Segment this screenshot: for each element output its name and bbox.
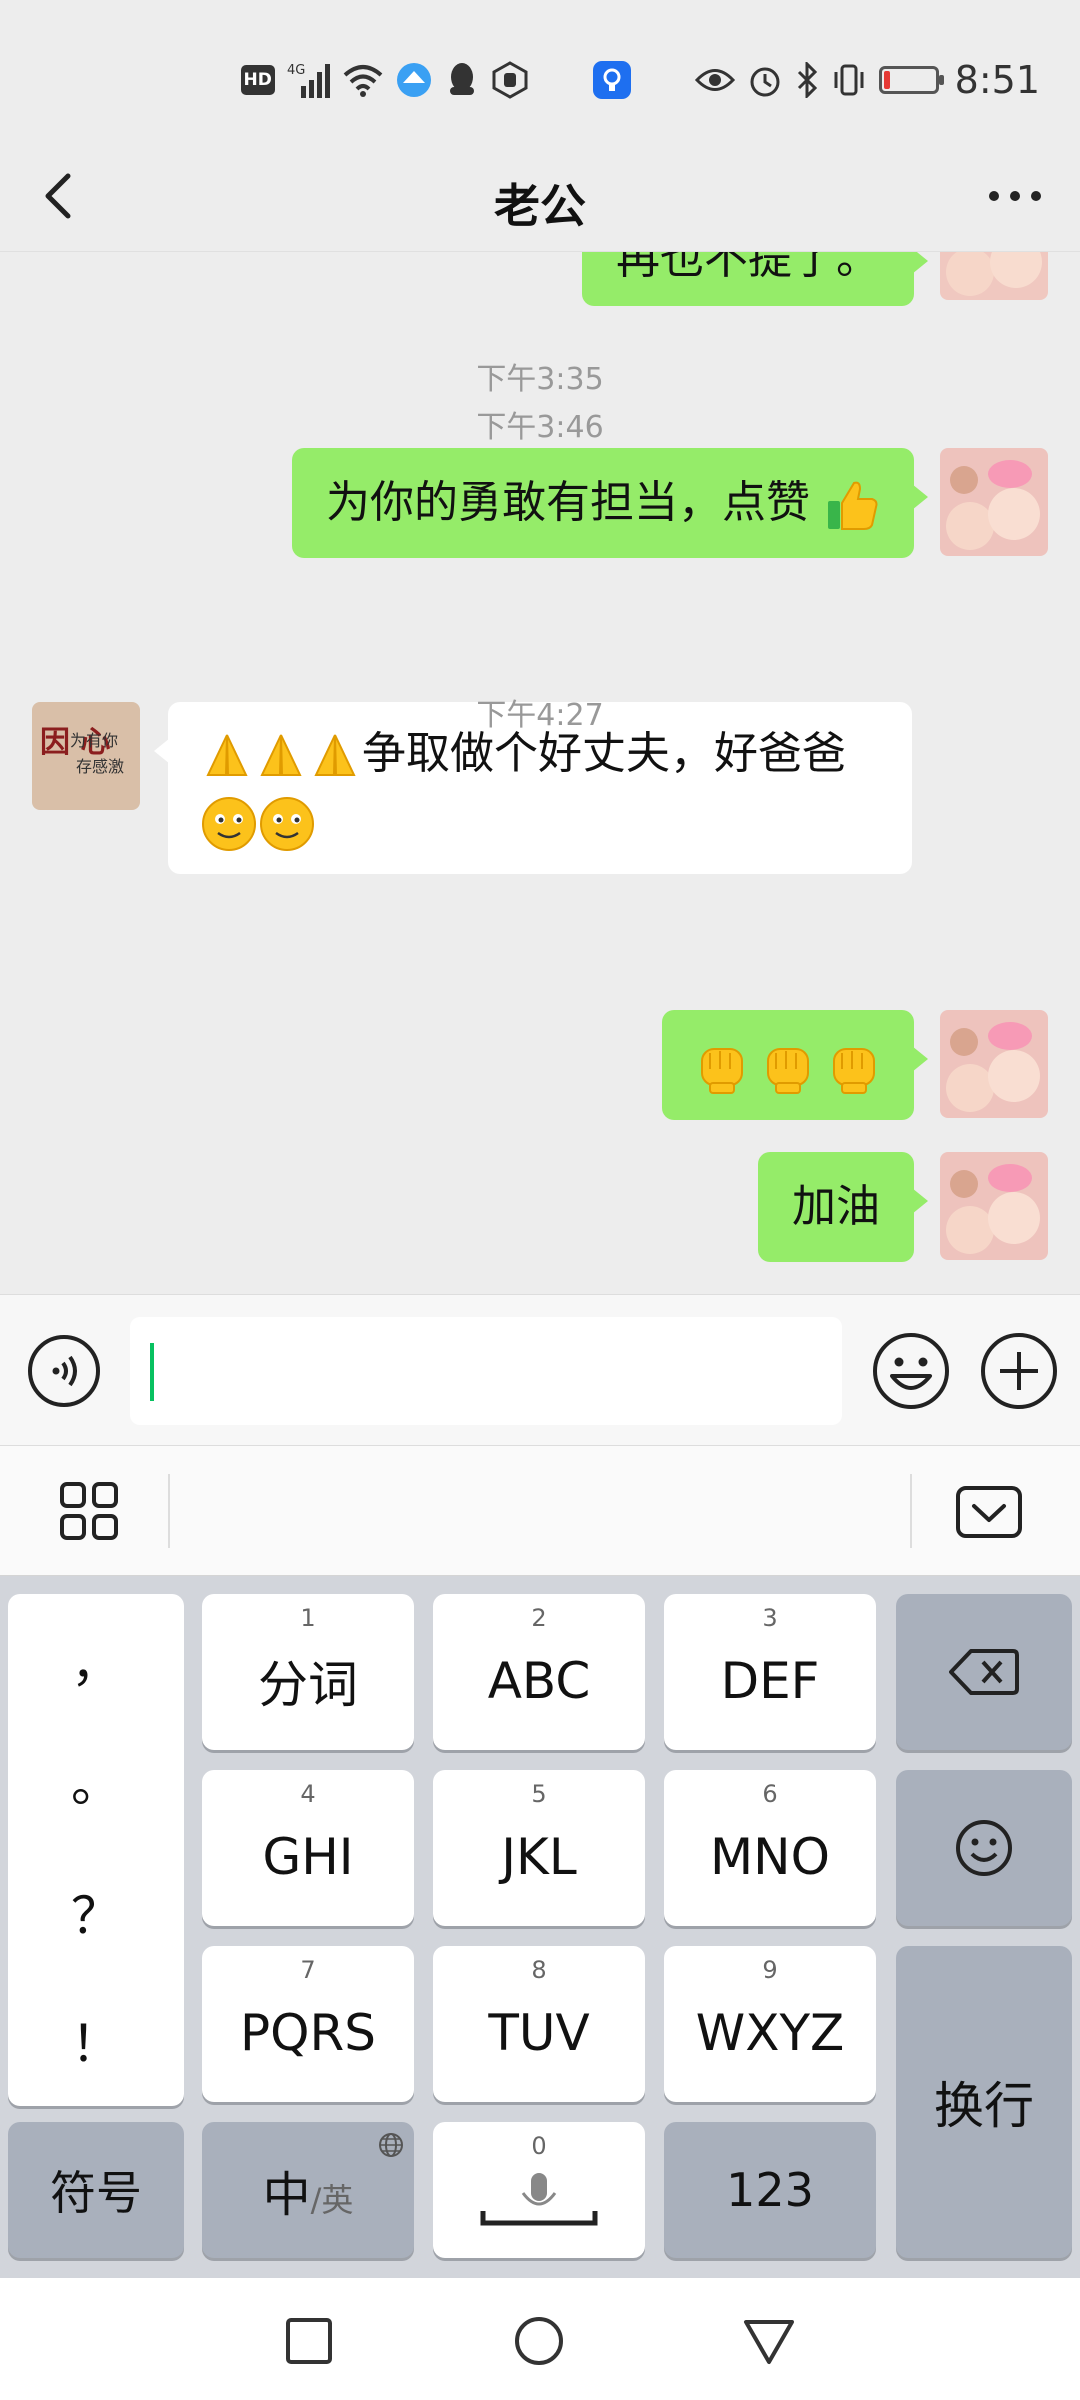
recent-apps-button[interactable] [282, 2314, 336, 2368]
text-caret [150, 1343, 154, 1401]
key-2[interactable]: 2 ABC [433, 1594, 645, 1750]
key-8[interactable]: 8 TUV [433, 1946, 645, 2102]
space-key[interactable]: 0 [433, 2122, 645, 2258]
back-nav-button[interactable] [742, 2314, 796, 2368]
navigation-bar [0, 2278, 1080, 2400]
key-9[interactable]: 9 WXYZ [664, 1946, 876, 2102]
key-6[interactable]: 6 MNO [664, 1770, 876, 1926]
my-avatar[interactable] [940, 1010, 1048, 1118]
title-bar: 老公 [0, 140, 1080, 252]
chat-area[interactable]: 再也不提了。 下午3:35 为你的勇敢有担当，点赞 下午3:46 因 心 为有你… [0, 252, 1080, 1294]
backspace-icon [949, 1649, 1019, 1695]
status-bar: HD 4G 8:51 [0, 0, 1080, 160]
symbol-key[interactable]: 符号 [8, 2122, 184, 2258]
key-3[interactable]: 3 DEF [664, 1594, 876, 1750]
time-separator: 下午3:46 [476, 410, 604, 445]
fist-icon [833, 1048, 875, 1094]
message-input[interactable] [130, 1317, 842, 1425]
plus-icon [981, 1333, 1057, 1409]
page-title: 老公 [494, 179, 586, 233]
home-button[interactable] [512, 2314, 566, 2368]
input-bar [0, 1294, 1080, 1446]
voice-button[interactable] [26, 1333, 102, 1409]
thumbs-up-icon [828, 481, 878, 530]
emoji-key[interactable] [896, 1770, 1072, 1926]
key-5[interactable]: 5 JKL [433, 1770, 645, 1926]
triangle-icon [744, 2320, 794, 2364]
keyboard-toolbar [0, 1446, 1080, 1576]
key-question[interactable]: ？ [8, 1876, 184, 1948]
pray-icon [206, 734, 248, 776]
more-button[interactable] [980, 166, 1050, 226]
hand-icon [491, 58, 529, 102]
key-comma[interactable]: ， [8, 1624, 184, 1696]
app-blue-icon [592, 58, 631, 102]
emoji-button[interactable] [870, 1330, 952, 1412]
key-period[interactable]: 。 [8, 1744, 184, 1816]
pray-icon [260, 734, 302, 776]
message-row: 为你的勇敢有担当，点赞 [0, 448, 1080, 558]
bluetooth-icon [795, 58, 819, 102]
smile-icon [260, 797, 314, 851]
language-switch-key[interactable]: 中/英 [202, 2122, 414, 2258]
more-icon [989, 191, 1041, 201]
hide-keyboard-button[interactable] [954, 1482, 1024, 1542]
svg-text:存感激: 存感激 [76, 757, 124, 776]
message-bubble[interactable]: 加油 [758, 1152, 928, 1262]
keyboard-apps-button[interactable] [58, 1480, 120, 1542]
my-avatar[interactable] [940, 1152, 1048, 1260]
my-avatar[interactable] [940, 252, 1048, 300]
globe-icon [379, 2133, 403, 2157]
hd-icon: HD [240, 58, 275, 102]
grid-icon [60, 1482, 118, 1540]
time-separator: 下午4:27 [476, 698, 604, 733]
status-icons: HD 4G 8:51 [240, 52, 1040, 108]
qq-icon [445, 58, 479, 102]
message-row: 加油 [0, 1152, 1080, 1262]
time-separator: 下午3:35 [476, 362, 604, 397]
message-row [0, 1010, 1080, 1120]
message-bubble[interactable]: 再也不提了。 [582, 252, 928, 306]
circle-icon [515, 2317, 563, 2365]
svg-text:4G: 4G [287, 63, 305, 78]
smile-icon [202, 797, 256, 851]
divider [910, 1474, 912, 1548]
plus-button[interactable] [978, 1330, 1060, 1412]
backspace-key[interactable] [896, 1594, 1072, 1750]
app-icon [395, 58, 433, 102]
key-exclamation[interactable]: ！ [8, 2004, 184, 2076]
divider [168, 1474, 170, 1548]
vibrate-icon [831, 58, 867, 102]
keyboard-hide-icon [956, 1486, 1022, 1538]
key-4[interactable]: 4 GHI [202, 1770, 414, 1926]
fist-icon [767, 1048, 809, 1094]
enter-key[interactable]: 换行 [896, 1946, 1072, 2258]
alarm-icon [747, 58, 783, 102]
punctuation-column: ， 。 ？ ！ [8, 1594, 184, 2106]
key-1[interactable]: 1 分词 [202, 1594, 414, 1750]
battery-icon [878, 58, 944, 102]
pray-icon [314, 734, 356, 776]
key-7[interactable]: 7 PQRS [202, 1946, 414, 2102]
signal-icon: 4G [287, 58, 331, 102]
wifi-icon [343, 58, 383, 102]
clock: 8:51 [954, 58, 1040, 102]
emoji-icon [873, 1333, 949, 1409]
my-avatar[interactable] [940, 448, 1048, 556]
square-icon [286, 2318, 332, 2364]
message-bubble[interactable] [662, 1010, 928, 1120]
message-row: 再也不提了。 [0, 252, 1080, 312]
message-bubble[interactable]: 为你的勇敢有担当，点赞 [292, 448, 928, 558]
smiley-icon [956, 1820, 1012, 1876]
fist-icon [701, 1048, 743, 1094]
voice-icon [28, 1335, 100, 1407]
keyboard: ， 。 ？ ！ 1 分词 2 ABC 3 DEF 4 GHI 5 JKL 6 MNO 7 PQ… [0, 1576, 1080, 2278]
eye-icon [694, 58, 735, 102]
number-key[interactable]: 123 [664, 2122, 876, 2258]
microphone-icon [480, 2173, 598, 2226]
